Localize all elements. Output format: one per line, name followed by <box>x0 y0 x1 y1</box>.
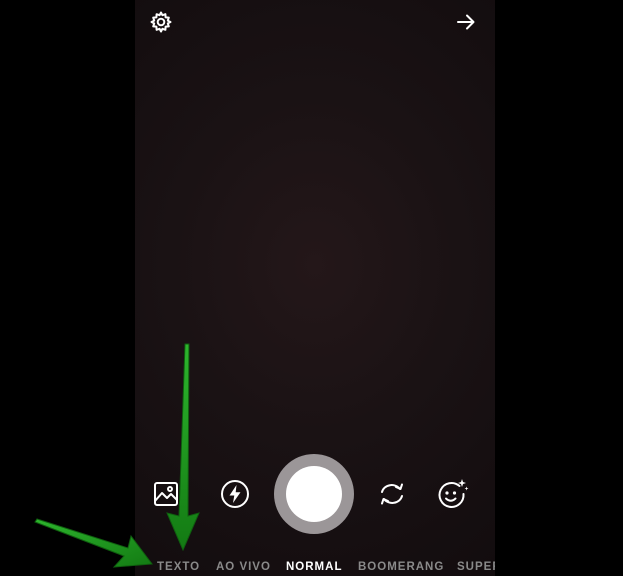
flash-icon <box>221 480 249 508</box>
mode-ao-vivo[interactable]: AO VIVO <box>216 560 271 574</box>
flip-camera-button[interactable] <box>375 478 409 510</box>
face-effects-icon <box>438 479 469 508</box>
flip-camera-icon <box>381 483 403 505</box>
gallery-image-icon <box>154 482 178 506</box>
arrow-right-icon <box>457 14 475 30</box>
gear-icon <box>150 11 172 33</box>
forward-button[interactable] <box>453 9 479 35</box>
mode-super[interactable]: SUPER <box>457 560 495 574</box>
shutter-inner <box>286 466 342 522</box>
settings-button[interactable] <box>148 9 174 35</box>
camera-viewfinder: TEXTO AO VIVO NORMAL BOOMERANG SUPER <box>135 0 495 576</box>
shutter-button[interactable] <box>274 454 354 534</box>
face-effects-button[interactable] <box>434 476 470 512</box>
screenshot-frame: TEXTO AO VIVO NORMAL BOOMERANG SUPER <box>0 0 623 576</box>
mode-normal[interactable]: NORMAL <box>286 560 342 574</box>
mode-texto[interactable]: TEXTO <box>157 560 200 574</box>
flash-button[interactable] <box>219 478 251 510</box>
mode-boomerang[interactable]: BOOMERANG <box>358 560 444 574</box>
mode-selector: TEXTO AO VIVO NORMAL BOOMERANG SUPER <box>135 560 495 576</box>
gallery-button[interactable] <box>150 478 182 510</box>
